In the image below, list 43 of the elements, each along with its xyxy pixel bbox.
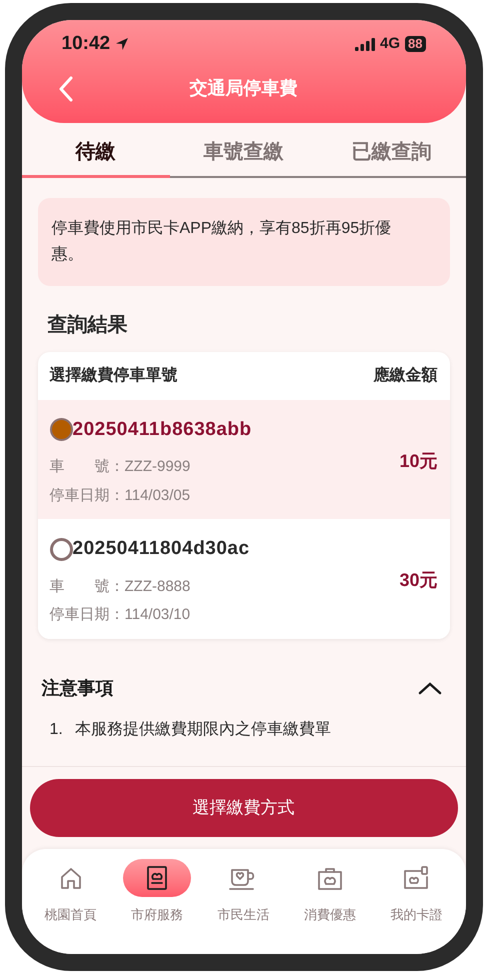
plate-line: 車號：ZZZ-8888 [50,576,192,596]
nav-item[interactable]: 我的卡證 [376,858,456,924]
back-chevron-icon [58,76,74,102]
nav-item[interactable]: 桃園首頁 [30,858,111,924]
page-title: 交通局停車費 [190,77,298,100]
discount-notice: 停車費使用市民卡APP繳納，享有85折再95折優惠。 [38,198,450,286]
list-number: 1. [50,720,63,740]
card-icon [402,864,430,890]
section-title: 查詢結果 [48,312,128,338]
radio-button[interactable] [50,418,72,442]
note-text: 本服務提供繳費期限內之停車繳費單 [74,720,331,740]
signal-icon [355,38,376,51]
ticket-number: 20250411b8638abb [72,418,252,442]
nav-label: 我的卡證 [390,906,442,924]
radio-button[interactable] [50,538,72,561]
plate-line: 車號：ZZZ-9999 [50,457,192,477]
notes-title: 注意事項 [42,676,114,700]
nav-item[interactable]: 市府服務 [117,858,198,924]
ticket-row[interactable]: 20250411b8638abb 車號：ZZZ-9999 停車日期：114/03/05 10元 [38,400,450,519]
tab[interactable]: 已繳查詢 [318,130,466,176]
date-line: 停車日期：114/03/10 [50,605,192,625]
ticket-number: 20250411804d30ac [72,537,250,561]
column-header: 應繳金額 [374,365,438,386]
status-time: 10:42 [62,32,110,56]
nav-label: 消費優惠 [304,906,356,924]
tab[interactable]: 待繳 [22,130,170,178]
nav-item[interactable]: 消費優惠 [290,858,370,924]
nav-item[interactable]: 市民生活 [203,858,284,924]
column-header: 選擇繳費停車單號 [50,366,178,386]
date-line: 停車日期：114/03/05 [50,486,192,506]
location-arrow-icon [114,36,130,52]
battery-indicator: 88 [405,36,426,52]
chevron-up-icon [418,681,442,695]
amount: 10元 [399,450,438,473]
network-label: 4G [380,34,400,54]
ticket-row[interactable]: 20250411804d30ac 車號：ZZZ-8888 停車日期：114/03/10 30元 [38,519,450,638]
nav-label: 市民生活 [217,906,270,924]
tab[interactable]: 車號查繳 [170,130,318,176]
amount: 30元 [399,569,438,592]
payment-method-button[interactable]: 選擇繳費方式 [30,778,458,836]
document-icon [146,864,168,890]
nav-label: 市府服務 [131,906,184,924]
nav-label: 桃園首頁 [44,906,97,924]
